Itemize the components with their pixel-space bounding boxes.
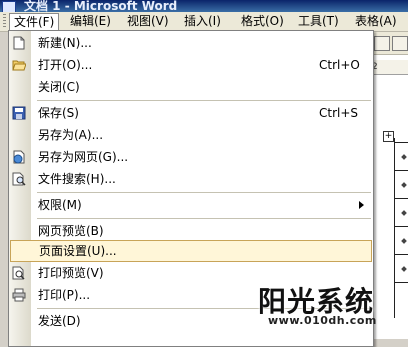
open-folder-icon: [12, 58, 26, 72]
menu-separator: [37, 192, 371, 193]
menu-separator: [37, 218, 371, 219]
menu-edit[interactable]: 编辑(E): [66, 13, 115, 30]
menu-item-label: 另存为(A)...: [38, 128, 104, 142]
menu-separator: [37, 100, 371, 101]
toolbar-button[interactable]: [392, 36, 408, 51]
formatting-toolbar: [372, 32, 408, 55]
menu-insert[interactable]: 插入(I): [180, 13, 225, 30]
table-border: [394, 138, 395, 318]
menu-item-label: 页面设置(U)...: [39, 244, 117, 258]
table-border: [394, 282, 408, 283]
menu-item-save[interactable]: 保存(S) Ctrl+S: [12, 102, 371, 124]
menu-item-label: 另存为网页(G)...: [38, 150, 129, 164]
menu-item-file-search[interactable]: 文件搜索(H)...: [12, 168, 371, 190]
menu-item-label: 发送(D): [38, 314, 81, 328]
table-border: [394, 198, 408, 199]
menu-item-label: 关闭(C): [38, 80, 80, 94]
print-preview-icon: [12, 266, 26, 280]
menu-item-web-preview[interactable]: 网页预览(B): [31, 220, 371, 242]
new-document-icon: [12, 36, 26, 50]
menu-item-shortcut: Ctrl+S: [319, 106, 359, 120]
menu-item-page-setup[interactable]: 页面设置(U)...: [10, 240, 372, 262]
watermark-url: www.010dh.com: [268, 314, 377, 327]
toolbar-button[interactable]: [374, 36, 390, 51]
table-border: [394, 254, 408, 255]
menu-item-save-as[interactable]: 另存为(A)...: [31, 124, 371, 146]
printer-icon: [12, 288, 26, 302]
menu-tools[interactable]: 工具(T): [294, 13, 343, 30]
window-title: 文档 1 - Microsoft Word: [24, 0, 178, 12]
menu-item-new[interactable]: 新建(N)...: [13, 32, 371, 54]
horizontal-ruler: 2: [372, 60, 408, 75]
file-search-icon: [12, 172, 26, 186]
menu-item-open[interactable]: 打开(O)... Ctrl+O: [12, 54, 371, 76]
menu-format[interactable]: 格式(O): [237, 13, 288, 30]
menu-item-permission[interactable]: 权限(M): [31, 194, 371, 216]
web-page-icon: [12, 150, 26, 164]
menu-item-close[interactable]: 关闭(C): [31, 76, 371, 98]
save-disk-icon: [12, 106, 26, 120]
menu-table[interactable]: 表格(A): [351, 13, 401, 30]
menu-item-shortcut: Ctrl+O: [319, 58, 360, 72]
table-move-handle-icon[interactable]: +: [383, 131, 394, 142]
menu-bar: 文件(F) 编辑(E) 视图(V) 插入(I) 格式(O) 工具(T) 表格(A…: [0, 12, 408, 32]
title-bar: 文档 1 - Microsoft Word: [0, 0, 408, 12]
menu-item-label: 保存(S): [38, 106, 79, 120]
menu-item-label: 文件搜索(H)...: [38, 172, 116, 186]
menu-item-label: 权限(M): [38, 198, 82, 212]
word-app-icon: [2, 1, 16, 12]
table-border: [394, 170, 408, 171]
menubar-grip-handle[interactable]: [3, 14, 6, 29]
menu-item-label: 打印预览(V): [38, 266, 104, 280]
table-border: [394, 226, 408, 227]
menu-view[interactable]: 视图(V): [123, 13, 173, 30]
menu-item-label: 新建(N)...: [38, 36, 92, 50]
menu-item-label: 打印(P)...: [38, 288, 91, 302]
menu-file[interactable]: 文件(F): [9, 13, 60, 31]
menu-item-save-as-web[interactable]: 另存为网页(G)...: [13, 146, 371, 168]
submenu-arrow-icon: [359, 201, 364, 209]
table-border: [394, 142, 408, 143]
menu-item-label: 打开(O)...: [38, 58, 93, 72]
menu-item-label: 网页预览(B): [38, 224, 104, 238]
